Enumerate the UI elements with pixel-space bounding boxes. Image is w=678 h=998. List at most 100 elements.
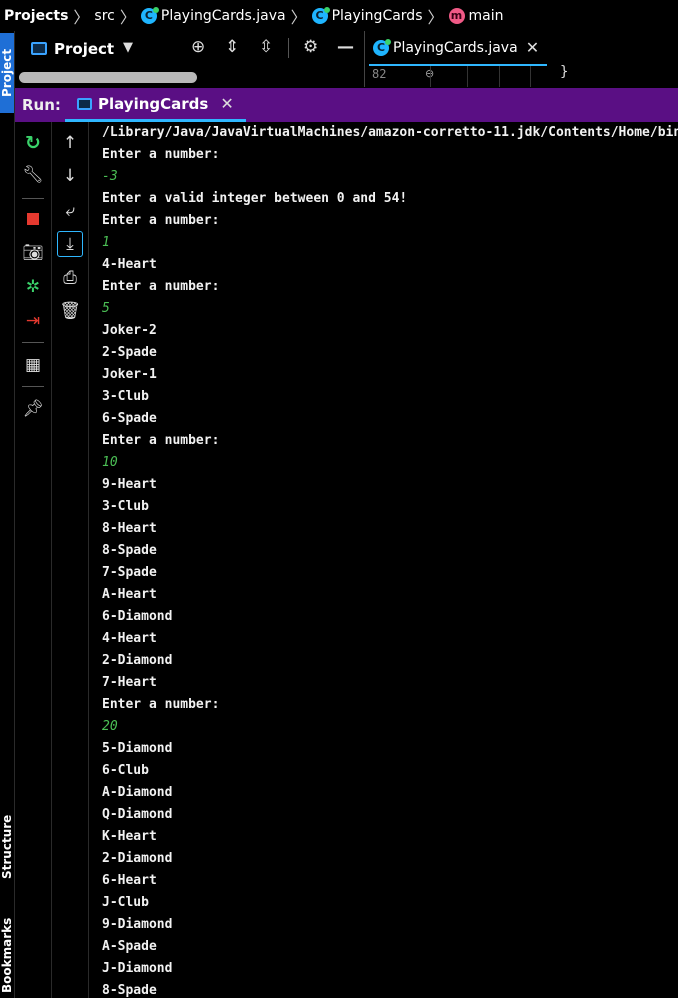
console-output-line: A-Spade (102, 939, 157, 954)
stop-icon[interactable] (20, 206, 46, 232)
indent-guide (530, 66, 531, 87)
run-panel-header: Run: PlayingCards ✕ (15, 88, 678, 122)
toolbar-divider (22, 342, 44, 343)
console-input-line: 1 (102, 235, 110, 250)
console-output-line: A-Diamond (102, 785, 173, 800)
console-output-line: 3-Club (102, 389, 149, 404)
expand-all-icon[interactable]: ⇕ (225, 37, 239, 57)
run-toolbar-secondary: ↑ ↓ ⤶ ⤓ ⎙ 🗑︎ (52, 122, 89, 998)
console-output-line: Enter a number: (102, 279, 220, 294)
breadcrumb-method[interactable]: m main (447, 7, 506, 24)
print-icon[interactable]: ⎙ (57, 265, 83, 291)
line-number: 82 (372, 67, 387, 81)
wrench-icon[interactable]: 🔧︎ (20, 162, 46, 188)
breadcrumb-class[interactable]: C PlayingCards (310, 6, 425, 24)
console-input-line: 20 (102, 719, 118, 734)
chevron-right-icon: 〉 (73, 7, 90, 27)
project-panel-title[interactable]: Project (54, 40, 114, 58)
console-input-line: 10 (102, 455, 118, 470)
run-toolbar-primary: ↻ 🔧︎ 📷︎ ✲ ⇥ ▦ 📌︎ (15, 122, 52, 998)
project-panel-icon (31, 42, 47, 55)
console-output-line: Enter a number: (102, 147, 220, 162)
java-class-icon: C (373, 38, 391, 56)
soft-wrap-icon[interactable]: ⤶ (57, 198, 83, 224)
side-tab-bookmarks[interactable]: Bookmarks (0, 912, 14, 998)
java-class-icon: C (140, 6, 159, 24)
breadcrumb-label: Projects (4, 7, 69, 24)
console-output-line: 9-Heart (102, 477, 157, 492)
console-output-line: Enter a valid integer between 0 and 54! (102, 191, 408, 206)
console-output-line: Enter a number: (102, 213, 220, 228)
exit-icon[interactable]: ⇥ (20, 308, 46, 334)
hide-panel-icon[interactable]: — (337, 37, 354, 57)
indent-guide (467, 66, 468, 87)
breadcrumb-file[interactable]: C PlayingCards.java (139, 6, 288, 24)
console-output-line: 8-Spade (102, 983, 157, 998)
console-output[interactable]: /Library/Java/JavaVirtualMachines/amazon… (89, 122, 678, 998)
side-tab-label: Structure (0, 814, 14, 880)
console-input-line: 5 (102, 301, 110, 316)
layout-icon[interactable]: ▦ (20, 352, 46, 378)
collapse-all-icon[interactable]: ⇳ (259, 37, 273, 57)
console-output-line: Enter a number: (102, 697, 220, 712)
camera-icon[interactable]: 📷︎ (20, 240, 46, 266)
chevron-right-icon: 〉 (290, 7, 307, 27)
console-output-line: 2-Diamond (102, 653, 173, 668)
console-output-line: 2-Spade (102, 345, 157, 360)
side-tab-structure[interactable]: Structure (0, 806, 14, 888)
java-class-icon: C (311, 6, 330, 24)
console-output-line: J-Diamond (102, 961, 173, 976)
console-output-line: 5-Diamond (102, 741, 173, 756)
breadcrumb-projects[interactable]: Projects (0, 8, 70, 24)
chevron-right-icon: 〉 (427, 7, 444, 27)
debug-icon[interactable]: ✲ (20, 274, 46, 300)
console-output-line: 6-Diamond (102, 609, 173, 624)
project-panel-scrollbar[interactable] (15, 66, 363, 87)
chevron-down-icon[interactable]: ▼ (123, 40, 133, 55)
console-output-line: 4-Heart (102, 257, 157, 272)
scroll-to-end-icon[interactable]: ⤓ (57, 231, 83, 257)
trash-icon[interactable]: 🗑︎ (57, 298, 83, 324)
side-tab-project[interactable]: Project (0, 33, 14, 113)
method-icon: m (448, 7, 465, 24)
project-panel-header: Project ▼ ⊕ ⇕ ⇳ ⚙ — (15, 31, 363, 67)
console-output-line: Enter a number: (102, 433, 220, 448)
toolbar-divider (288, 38, 289, 58)
gear-icon[interactable]: ⚙ (303, 37, 318, 57)
arrow-down-icon[interactable]: ↓ (57, 163, 83, 189)
console-output-line: /Library/Java/JavaVirtualMachines/amazon… (102, 125, 678, 140)
breadcrumb-label: PlayingCards.java (160, 7, 286, 24)
console-output-line: 7-Spade (102, 565, 157, 580)
run-label: Run: (22, 96, 61, 114)
indent-guide (430, 66, 431, 87)
console-output-line: A-Heart (102, 587, 157, 602)
side-tab-label: Bookmarks (0, 917, 14, 993)
editor-tab-playingcards[interactable]: C PlayingCards.java ✕ (369, 31, 548, 67)
console-output-line: 8-Spade (102, 543, 157, 558)
code-text: } (560, 64, 569, 80)
editor-tab-bar: C PlayingCards.java ✕ (364, 31, 678, 67)
locate-icon[interactable]: ⊕ (191, 37, 205, 57)
rerun-icon[interactable]: ↻ (20, 130, 46, 156)
pin-icon[interactable]: 📌︎ (20, 396, 46, 422)
console-output-line: 9-Diamond (102, 917, 173, 932)
console-output-line: 8-Heart (102, 521, 157, 536)
run-tab-label: PlayingCards (98, 94, 209, 113)
editor-code-area[interactable]: 82 ⊖ } (364, 64, 678, 87)
toolbar-divider (22, 198, 44, 199)
console-output-line: 6-Heart (102, 873, 157, 888)
arrow-up-icon[interactable]: ↑ (57, 130, 83, 156)
run-tab-playingcards[interactable]: PlayingCards ✕ (65, 88, 246, 122)
console-output-line: 3-Club (102, 499, 149, 514)
scrollbar-thumb[interactable] (19, 72, 197, 83)
breadcrumb-src[interactable]: src (92, 8, 116, 24)
close-icon[interactable]: ✕ (526, 38, 539, 57)
console-output-line: Joker-1 (102, 367, 157, 382)
close-icon[interactable]: ✕ (220, 94, 233, 113)
editor-tab-label: PlayingCards.java (393, 39, 518, 56)
console-input-line: -3 (102, 169, 118, 184)
console-output-line: K-Heart (102, 829, 157, 844)
console-output-line: 6-Club (102, 763, 149, 778)
run-config-icon (77, 97, 92, 110)
indent-guide (499, 66, 500, 87)
